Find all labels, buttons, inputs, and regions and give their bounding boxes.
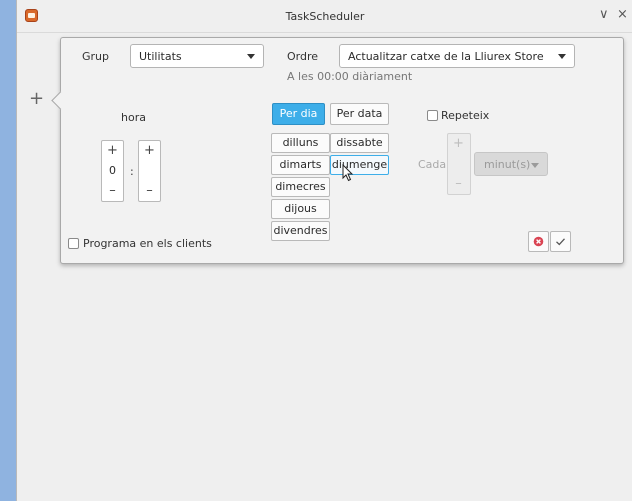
minute-increment-button[interactable]: +: [139, 143, 160, 158]
window-title: TaskScheduler: [285, 10, 365, 23]
interval-increment-button[interactable]: +: [448, 136, 469, 151]
order-label: Ordre: [287, 50, 319, 63]
day-button-dimecres[interactable]: dimecres: [271, 177, 330, 197]
repeat-checkbox[interactable]: [427, 110, 438, 121]
close-button[interactable]: ×: [617, 8, 628, 22]
hour-decrement-button[interactable]: –: [102, 183, 123, 198]
confirm-button[interactable]: [550, 231, 571, 252]
chevron-down-icon: [558, 54, 566, 59]
day-button-dissabte[interactable]: dissabte: [330, 133, 389, 153]
per-date-button[interactable]: Per data: [330, 103, 389, 125]
order-select[interactable]: Actualitzar catxe de la Lliurex Store: [339, 44, 575, 68]
task-editor-popover: Grup Utilitats Ordre Actualitzar catxe d…: [51, 37, 624, 264]
popover-arrow: [51, 91, 70, 110]
minute-decrement-button[interactable]: –: [139, 183, 160, 198]
mouse-pointer-icon: [342, 164, 354, 182]
hour-increment-button[interactable]: +: [102, 143, 123, 158]
interval-decrement-button[interactable]: –: [448, 176, 469, 191]
hour-label: hora: [121, 111, 146, 124]
cancel-icon: [533, 236, 544, 247]
minute-spinner[interactable]: + –: [138, 140, 161, 202]
hour-spinner[interactable]: + 0 –: [101, 140, 124, 202]
cancel-button[interactable]: [528, 231, 549, 252]
titlebar: TaskScheduler ∨ ×: [17, 0, 632, 33]
app-window: TaskScheduler ∨ × + Grup Utilitats Ordre…: [16, 0, 632, 501]
day-button-dijous[interactable]: dijous: [271, 199, 330, 219]
interval-unit-value: minut(s): [484, 158, 531, 171]
day-button-dimarts[interactable]: dimarts: [271, 155, 330, 175]
minimize-button[interactable]: ∨: [599, 8, 609, 22]
chevron-down-icon: [247, 54, 255, 59]
interval-spinner[interactable]: + –: [447, 133, 471, 195]
interval-unit-select[interactable]: minut(s): [474, 152, 548, 176]
day-button-dilluns[interactable]: dilluns: [271, 133, 330, 153]
time-separator: :: [130, 165, 134, 178]
every-label: Cada: [418, 158, 447, 171]
per-day-button[interactable]: Per dia: [272, 103, 325, 125]
group-select[interactable]: Utilitats: [130, 44, 264, 68]
add-task-icon[interactable]: +: [29, 90, 44, 108]
hour-value[interactable]: 0: [102, 164, 123, 177]
repeat-label: Repeteix: [441, 109, 490, 122]
group-label: Grup: [82, 50, 110, 63]
day-button-divendres[interactable]: divendres: [271, 221, 330, 241]
schedule-summary: A les 00:00 diàriament: [287, 70, 413, 83]
order-select-value: Actualitzar catxe de la Lliurex Store: [348, 50, 544, 63]
clients-label: Programa en els clients: [83, 237, 212, 250]
chevron-down-icon: [531, 163, 539, 168]
day-button-diumenge[interactable]: diumenge: [330, 155, 389, 175]
check-icon: [556, 238, 565, 246]
group-select-value: Utilitats: [139, 50, 182, 63]
clients-checkbox[interactable]: [68, 238, 79, 249]
